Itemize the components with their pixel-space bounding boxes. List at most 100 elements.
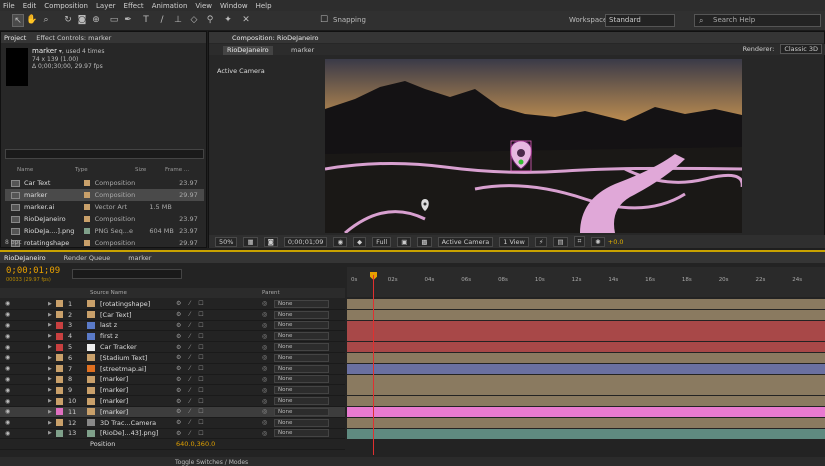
snapping-checkbox[interactable]: ☐	[318, 14, 330, 27]
layer-name[interactable]: [marker]	[100, 375, 128, 383]
expand-triangle-icon[interactable]: ▶	[48, 312, 52, 318]
safe-zones-icon[interactable]: ▦	[243, 236, 258, 247]
roto-brush-tool-icon[interactable]: ⚲	[204, 14, 216, 27]
zoom-tool-icon[interactable]: ⌕	[40, 14, 52, 27]
project-item-row[interactable]: RioDeJaneiro Composition 23.97	[5, 213, 204, 225]
project-item-row[interactable]: RioDeJa....].png PNG Seq...e 604 MB 23.97	[5, 225, 204, 237]
eraser-tool-icon[interactable]: ◇	[188, 14, 200, 27]
col-name[interactable]: Name	[5, 167, 75, 176]
tab-project[interactable]: Project	[4, 34, 26, 42]
layer-row[interactable]: ◉ ▶ 12 3D Trac...Camera ⚙ ⁄ ☐ ◎ None	[0, 418, 345, 429]
layer-switches[interactable]: ⚙ ⁄ ☐	[176, 430, 207, 437]
layer-switches[interactable]: ⚙ ⁄ ☐	[176, 311, 207, 318]
layer-label-swatch[interactable]	[56, 332, 63, 340]
layer-name[interactable]: last z	[100, 321, 117, 329]
layer-row[interactable]: ◉ ▶ 11 [marker] ⚙ ⁄ ☐ ◎ None	[0, 407, 345, 418]
layer-label-swatch[interactable]	[56, 321, 63, 329]
parent-pickwhip-icon[interactable]: ◎	[262, 365, 267, 372]
parent-pickwhip-icon[interactable]: ◎	[262, 354, 267, 361]
parent-pickwhip-icon[interactable]: ◎	[262, 376, 267, 383]
layer-duration-bar[interactable]	[347, 428, 825, 439]
menu-item-animation[interactable]: Animation	[152, 2, 188, 10]
bit-depth[interactable]: 8 bpc	[5, 239, 22, 246]
region-icon[interactable]: ▣	[397, 236, 412, 247]
label-color-swatch[interactable]	[83, 216, 90, 222]
renderer-selector[interactable]: Renderer: Classic 3D	[737, 44, 822, 54]
layer-duration-bar[interactable]	[347, 320, 825, 331]
playhead-line[interactable]	[373, 275, 374, 455]
layer-name[interactable]: [RioDe]...43].png]	[100, 429, 158, 437]
camera-icon[interactable]: ◙	[263, 236, 278, 247]
parent-dropdown[interactable]: None	[274, 321, 329, 330]
layer-name[interactable]: [streetmap.ai]	[100, 365, 146, 373]
layer-duration-bar[interactable]	[347, 353, 825, 363]
rotate-tool-icon[interactable]: ↻	[62, 14, 74, 27]
pen-tool-icon[interactable]: ✒	[122, 14, 134, 27]
menu-item-help[interactable]: Help	[256, 2, 272, 10]
visibility-eye-icon[interactable]: ◉	[5, 376, 10, 383]
local-axis-icon[interactable]: ✕	[240, 14, 252, 27]
layer-name[interactable]: [rotatingshape]	[100, 300, 150, 308]
expand-triangle-icon[interactable]: ▶	[48, 366, 52, 372]
parent-dropdown[interactable]: None	[274, 299, 329, 308]
expand-triangle-icon[interactable]: ▶	[48, 301, 52, 307]
views-layout-dropdown[interactable]: 1 View	[499, 236, 529, 247]
layer-duration-bar[interactable]	[347, 417, 825, 428]
layer-name[interactable]: [marker]	[100, 386, 128, 394]
label-color-swatch[interactable]	[83, 228, 90, 234]
expand-triangle-icon[interactable]: ▶	[48, 420, 52, 426]
layer-name[interactable]: [Car Text]	[100, 311, 131, 319]
layer-duration-bar[interactable]	[347, 299, 825, 309]
layer-duration-bar[interactable]	[347, 331, 825, 342]
parent-dropdown[interactable]: None	[274, 332, 329, 341]
parent-dropdown[interactable]: None	[274, 418, 329, 427]
parent-pickwhip-icon[interactable]: ◎	[262, 300, 267, 307]
col-parent[interactable]: Parent	[262, 290, 280, 296]
layer-row[interactable]: ◉ ▶ 10 [marker] ⚙ ⁄ ☐ ◎ None	[0, 396, 345, 407]
visibility-eye-icon[interactable]: ◉	[5, 300, 10, 307]
exposure-value[interactable]: +0.0	[608, 238, 624, 246]
exposure-icon[interactable]: ✺	[591, 236, 605, 247]
search-help-input[interactable]: ⌕ Search Help	[694, 14, 821, 27]
expand-triangle-icon[interactable]: ▶	[48, 322, 52, 328]
parent-pickwhip-icon[interactable]: ◎	[262, 430, 267, 437]
layer-name[interactable]: [Stadium Text]	[100, 354, 147, 362]
layer-row[interactable]: ◉ ▶ 2 [Car Text] ⚙ ⁄ ☐ ◎ None	[0, 310, 345, 321]
tab-marker[interactable]: marker	[128, 254, 151, 262]
parent-pickwhip-icon[interactable]: ◎	[262, 398, 267, 405]
layer-duration-bar[interactable]	[347, 363, 825, 374]
layer-label-swatch[interactable]	[56, 354, 63, 362]
layer-label-swatch[interactable]	[56, 429, 63, 437]
menu-item-window[interactable]: Window	[220, 2, 248, 10]
parent-dropdown[interactable]: None	[274, 310, 329, 319]
timeline-icon[interactable]: ▤	[553, 236, 568, 247]
composition-viewport[interactable]	[325, 59, 742, 233]
layer-switches[interactable]: ⚙ ⁄ ☐	[176, 387, 207, 394]
tab-composition[interactable]: Composition: RioDeJaneiro	[232, 34, 318, 42]
layer-name[interactable]: [marker]	[100, 408, 128, 416]
layer-name[interactable]: 3D Trac...Camera	[100, 419, 156, 427]
visibility-eye-icon[interactable]: ◉	[5, 344, 10, 351]
menu-item-effect[interactable]: Effect	[124, 2, 144, 10]
col-source-name[interactable]: Source Name	[90, 290, 127, 296]
expand-triangle-icon[interactable]: ▶	[48, 409, 52, 415]
layer-switches[interactable]: ⚙ ⁄ ☐	[176, 344, 207, 351]
layer-duration-bar[interactable]	[347, 374, 825, 385]
parent-pickwhip-icon[interactable]: ◎	[262, 419, 267, 426]
tab-riodejaneiro[interactable]: RioDeJaneiro	[4, 254, 46, 262]
visibility-eye-icon[interactable]: ◉	[5, 322, 10, 329]
label-color-swatch[interactable]	[83, 180, 90, 186]
clone-stamp-tool-icon[interactable]: ⊥	[172, 14, 184, 27]
toggle-switches-modes[interactable]: Toggle Switches / Modes	[175, 459, 248, 466]
renderer-value[interactable]: Classic 3D	[780, 44, 822, 54]
tab-render-queue[interactable]: Render Queue	[64, 254, 111, 262]
layer-duration-bar[interactable]	[347, 309, 825, 320]
pan-behind-tool-icon[interactable]: ⊕	[90, 14, 102, 27]
layer-name[interactable]: [marker]	[100, 397, 128, 405]
position-value[interactable]: 640.0,360.0	[176, 440, 215, 448]
parent-pickwhip-icon[interactable]: ◎	[262, 344, 267, 351]
layer-label-swatch[interactable]	[56, 408, 63, 416]
project-item-row[interactable]: marker.ai Vector Art 1.5 MB	[5, 201, 204, 213]
parent-dropdown[interactable]: None	[274, 353, 329, 362]
layer-row[interactable]: ◉ ▶ 1 [rotatingshape] ⚙ ⁄ ☐ ◎ None	[0, 299, 345, 310]
